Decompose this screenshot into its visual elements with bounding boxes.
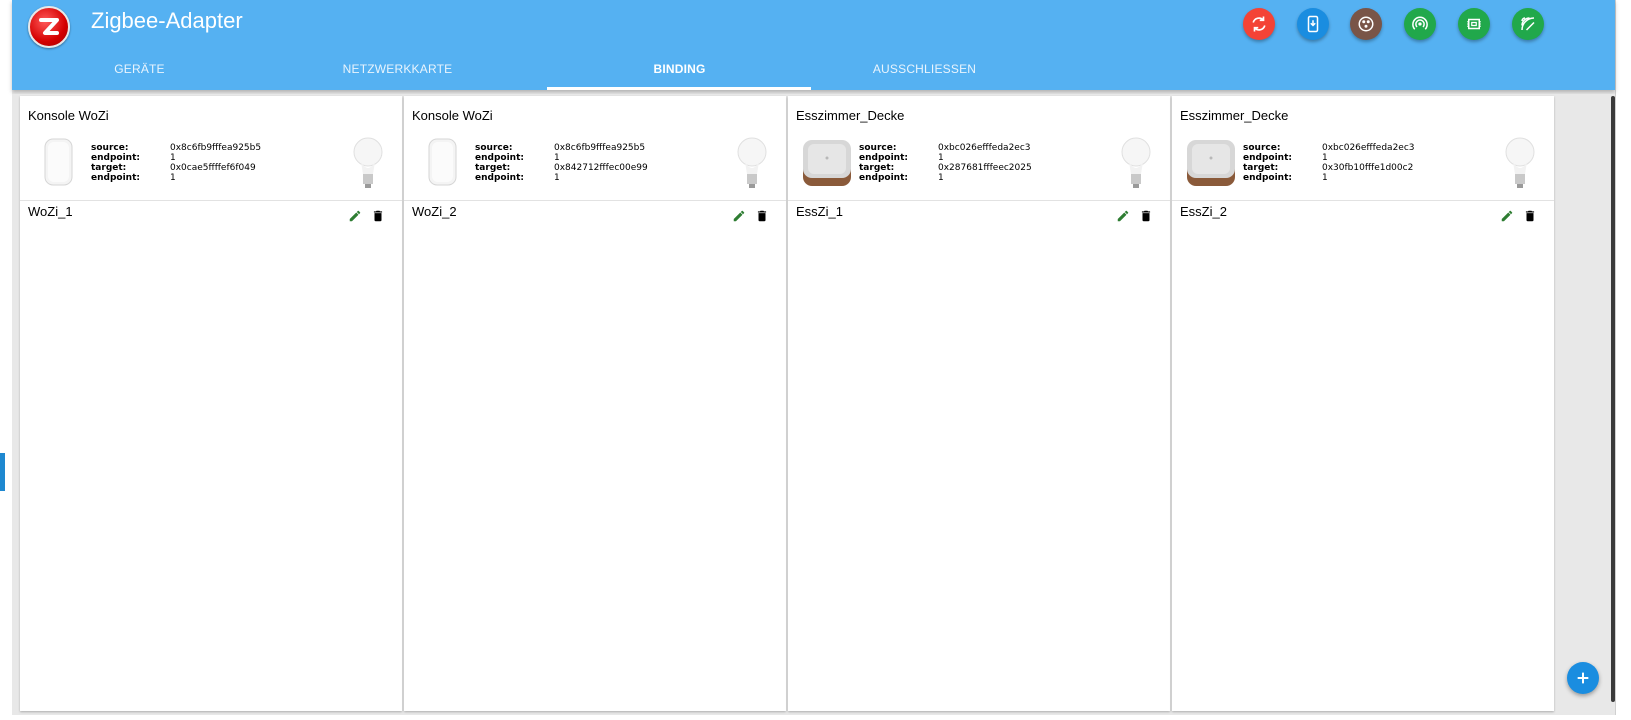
device-download-icon — [1307, 15, 1319, 33]
source-endpoint-label: endpoint: — [859, 153, 908, 163]
source-label: source: — [475, 143, 513, 153]
source-label: source: — [859, 143, 897, 153]
bulb-icon — [1505, 137, 1535, 188]
source-endpoint: 1 — [170, 153, 176, 163]
target-endpoint-label: endpoint: — [475, 173, 524, 183]
source-label: source: — [91, 143, 129, 153]
bulb-icon — [737, 137, 767, 188]
trash-icon[interactable] — [1523, 209, 1537, 223]
target-address: 0x30fb10fffe1d00c2 — [1322, 163, 1414, 173]
bulb-icon — [1121, 137, 1151, 188]
tab-netzwerkkarte[interactable]: NETZWERKKARTE — [330, 62, 465, 76]
pencil-icon[interactable] — [348, 209, 362, 223]
source-endpoint: 1 — [938, 153, 944, 163]
pencil-icon[interactable] — [1500, 209, 1514, 223]
signal-off-button[interactable] — [1512, 8, 1544, 40]
binding-name: WoZi_1 — [28, 204, 73, 219]
target-label: target: — [475, 163, 511, 173]
zigbee-logo-icon — [28, 6, 70, 48]
binding-card-header: Konsole WoZi source: 0x8c6fb9fffea925b5 e… — [404, 96, 786, 201]
remote-icon — [44, 138, 73, 186]
pairing-button[interactable] — [1404, 8, 1436, 40]
source-label: source: — [1243, 143, 1281, 153]
pencil-icon[interactable] — [732, 209, 746, 223]
dimmer-icon — [803, 140, 851, 186]
device-name: Esszimmer_Decke — [796, 108, 905, 123]
app-title: Zigbee-Adapter — [91, 8, 243, 33]
refresh-icon — [1252, 16, 1266, 32]
device-download-button[interactable] — [1297, 8, 1329, 40]
source-endpoint-label: endpoint: — [475, 153, 524, 163]
binding-card-header: Konsole WoZi source: 0x8c6fb9fffea925b5 e… — [20, 96, 402, 201]
device-name: Esszimmer_Decke — [1180, 108, 1289, 123]
source-address: 0xbc026efffeda2ec3 — [1322, 143, 1415, 153]
source-address: 0x8c6fb9fffea925b5 — [554, 143, 646, 153]
target-address: 0x287681fffeec2025 — [938, 163, 1032, 173]
binding-card: Konsole WoZi source: 0x8c6fb9fffea925b5 e… — [20, 96, 402, 711]
adapter-window: Zigbee-Adapter GERÄTE NETZWERKKARTE BIND… — [12, 0, 1616, 715]
group-button[interactable] — [1350, 8, 1382, 40]
tab-ausschliessen[interactable]: AUSSCHLIESSEN — [862, 62, 987, 76]
device-name: Konsole WoZi — [28, 108, 109, 123]
target-endpoint: 1 — [938, 173, 944, 183]
memory-button[interactable] — [1458, 8, 1490, 40]
target-label: target: — [1243, 163, 1279, 173]
memory-chip-icon — [1467, 18, 1481, 30]
binding-name: WoZi_2 — [412, 204, 457, 219]
target-address: 0x0cae5ffffef6f049 — [170, 163, 256, 173]
target-endpoint: 1 — [554, 173, 560, 183]
vertical-scrollbar[interactable] — [1611, 96, 1615, 702]
binding-card: Esszimmer_Decke source: 0xbc026efffeda2ec… — [788, 96, 1170, 711]
source-address: 0xbc026efffeda2ec3 — [938, 143, 1031, 153]
source-endpoint: 1 — [1322, 153, 1328, 163]
binding-card-header: Esszimmer_Decke source: 0xbc026efffeda2ec… — [788, 96, 1170, 201]
group-icon — [1358, 16, 1374, 32]
sidebar-edge-marker — [0, 453, 5, 491]
source-endpoint-label: endpoint: — [1243, 153, 1292, 163]
tab-geraete[interactable]: GERÄTE — [107, 62, 172, 76]
trash-icon[interactable] — [755, 209, 769, 223]
source-endpoint: 1 — [554, 153, 560, 163]
dimmer-icon — [1187, 140, 1235, 186]
trash-icon[interactable] — [1139, 209, 1153, 223]
binding-name: EssZi_2 — [1180, 204, 1227, 219]
plus-icon — [1577, 672, 1589, 684]
binding-card-header: Esszimmer_Decke source: 0xbc026efffeda2ec… — [1172, 96, 1554, 201]
target-endpoint-label: endpoint: — [91, 173, 140, 183]
target-address: 0x842712fffec00e99 — [554, 163, 648, 173]
active-tab-indicator — [547, 87, 811, 90]
source-address: 0x8c6fb9fffea925b5 — [170, 143, 262, 153]
target-endpoint-label: endpoint: — [1243, 173, 1292, 183]
pencil-icon[interactable] — [1116, 209, 1130, 223]
device-name: Konsole WoZi — [412, 108, 493, 123]
binding-name: EssZi_1 — [796, 204, 843, 219]
add-binding-button[interactable] — [1567, 662, 1599, 694]
signal-off-icon — [1521, 17, 1535, 31]
target-endpoint: 1 — [170, 173, 176, 183]
source-endpoint-label: endpoint: — [91, 153, 140, 163]
target-endpoint-label: endpoint: — [859, 173, 908, 183]
target-label: target: — [91, 163, 127, 173]
tab-binding[interactable]: BINDING — [632, 62, 727, 76]
binding-card: Esszimmer_Decke source: 0xbc026efffeda2ec… — [1172, 96, 1554, 711]
binding-list: Konsole WoZi source: 0x8c6fb9fffea925b5 e… — [12, 94, 1615, 714]
bulb-icon — [353, 137, 383, 188]
app-bar: Zigbee-Adapter GERÄTE NETZWERKKARTE BIND… — [12, 0, 1615, 90]
refresh-button[interactable] — [1243, 8, 1275, 40]
target-endpoint: 1 — [1322, 173, 1328, 183]
trash-icon[interactable] — [371, 209, 385, 223]
target-label: target: — [859, 163, 895, 173]
pairing-signal-icon — [1412, 16, 1428, 30]
remote-icon — [428, 138, 457, 186]
binding-card: Konsole WoZi source: 0x8c6fb9fffea925b5 e… — [404, 96, 786, 711]
